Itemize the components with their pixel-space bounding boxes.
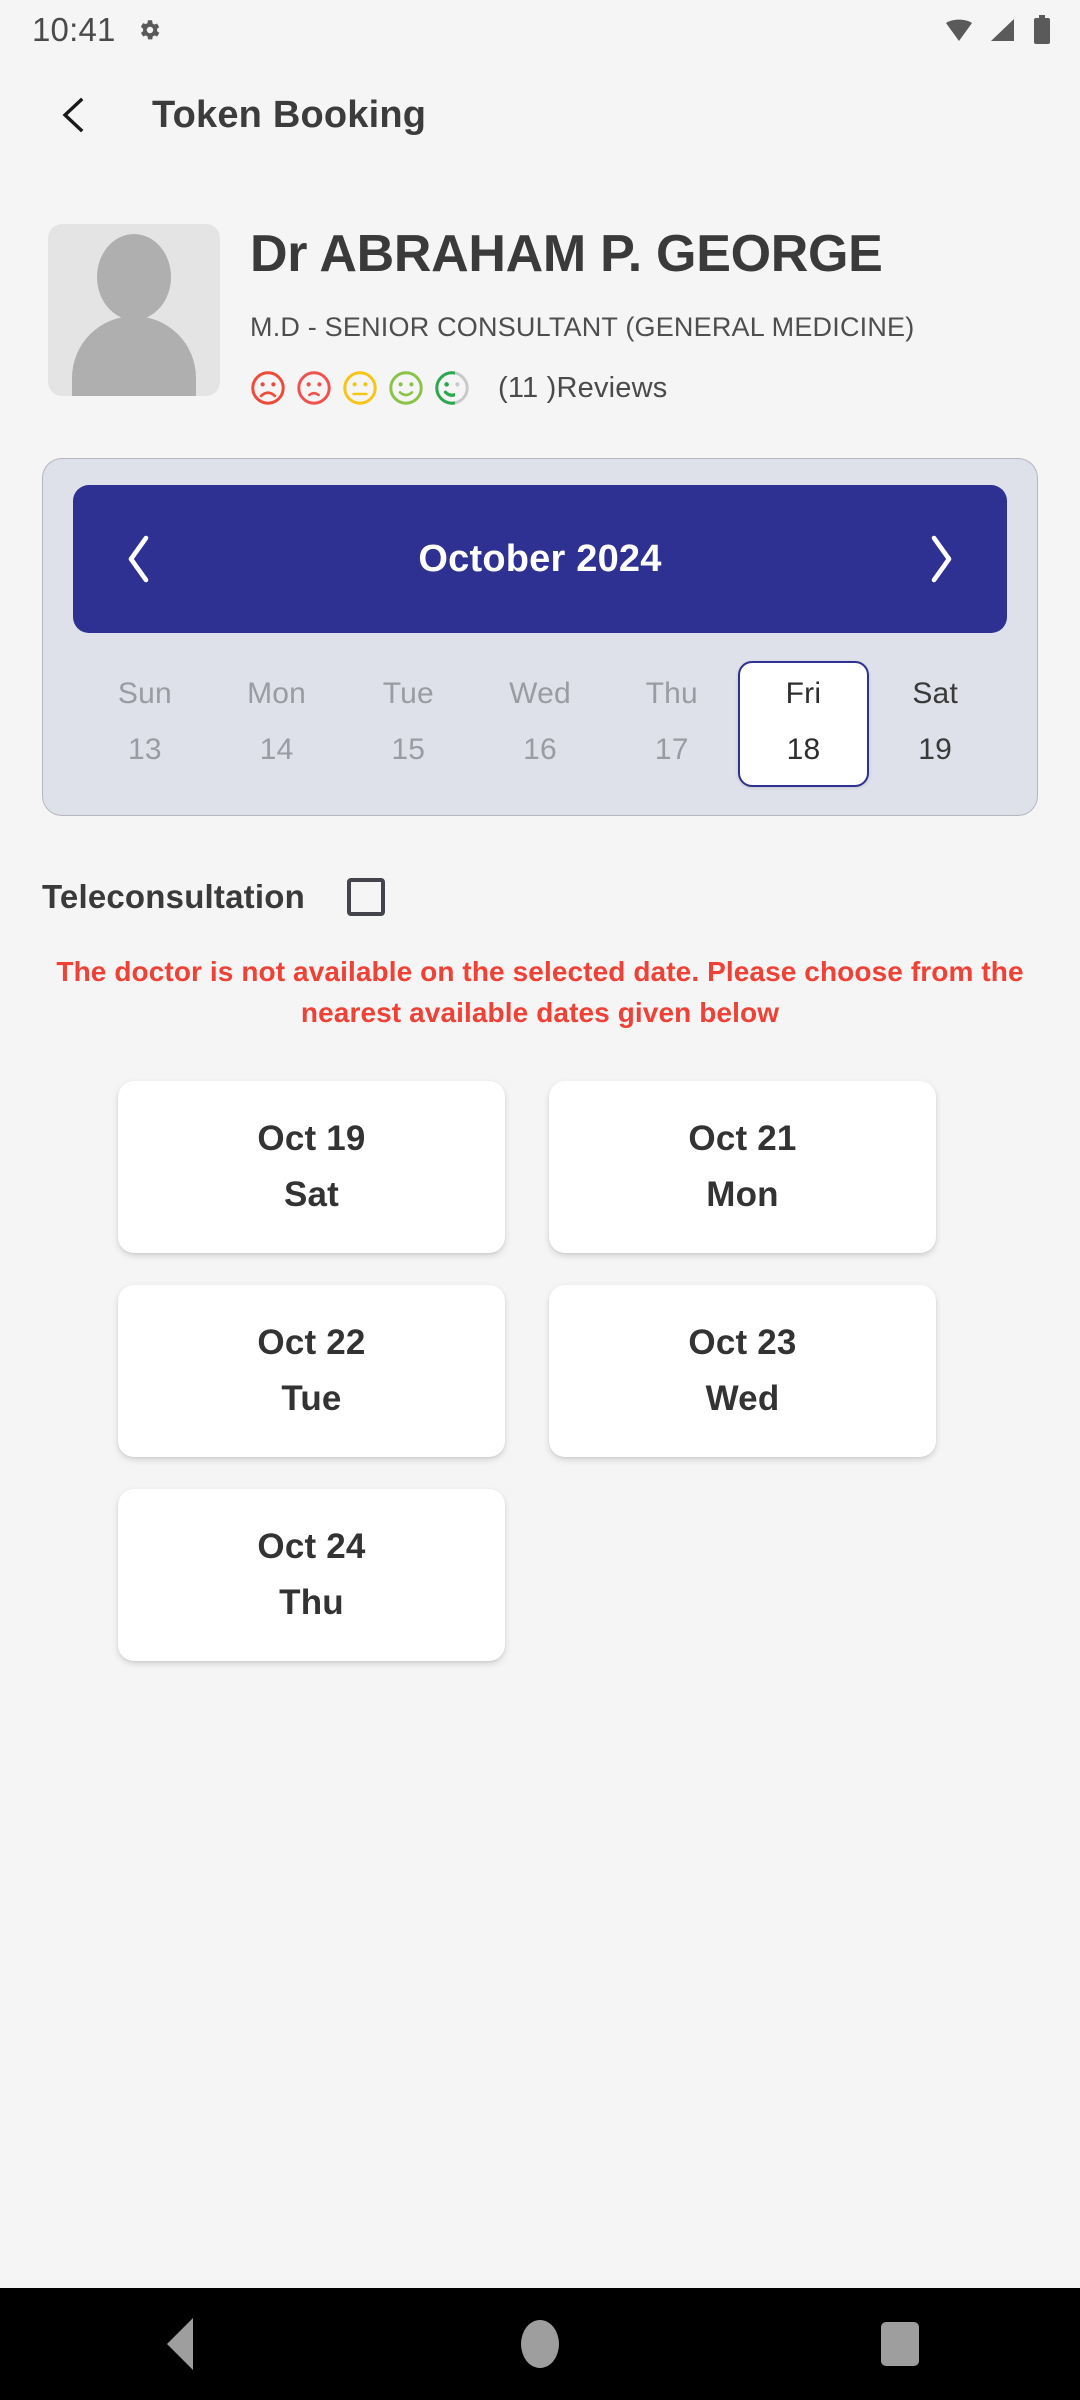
availability-warning-text: The doctor is not available on the selec… — [56, 956, 1024, 1028]
weekday-label: Mon — [706, 1175, 779, 1215]
calendar-day-strip: Sun 13 Mon 14 Tue 15 Wed 16 Thu 17 Fri 1… — [73, 661, 1007, 787]
day-number: 16 — [523, 733, 557, 766]
weekday-label: Wed — [705, 1379, 780, 1419]
doctor-profile: Dr ABRAHAM P. GEORGE M.D - SENIOR CONSUL… — [0, 170, 1080, 406]
available-dates-grid: Oct 19 Sat Oct 21 Mon Oct 22 Tue Oct 23 … — [118, 1081, 968, 1662]
face-neutral-icon[interactable] — [342, 370, 378, 406]
day-name: Mon — [247, 677, 307, 710]
teleconsultation-checkbox[interactable] — [346, 878, 385, 916]
avatar-body — [72, 316, 196, 396]
status-bar-clock: 10:41 — [32, 11, 116, 48]
nav-recents-button[interactable] — [840, 2288, 960, 2400]
battery-icon — [1032, 15, 1052, 45]
calendar-day-mon[interactable]: Mon 14 — [211, 661, 343, 787]
calendar-panel: October 2024 Sun 13 Mon 14 Tue 15 Wed 16… — [42, 458, 1038, 816]
available-date-card[interactable]: Oct 19 Sat — [118, 1081, 505, 1254]
calendar-next-month-button[interactable] — [921, 531, 961, 587]
person-placeholder-icon — [48, 224, 220, 396]
calendar-day-fri-selected[interactable]: Fri 18 — [737, 661, 870, 787]
day-number: 18 — [786, 733, 821, 766]
day-number: 17 — [654, 733, 689, 766]
day-number: 14 — [259, 733, 294, 766]
chevron-left-icon — [57, 96, 89, 134]
doctor-details: Dr ABRAHAM P. GEORGE M.D - SENIOR CONSUL… — [250, 218, 1040, 406]
chevron-right-icon — [926, 534, 956, 584]
avatar-head — [97, 234, 171, 321]
android-navigation-bar — [0, 2288, 1080, 2400]
calendar-header: October 2024 — [73, 485, 1007, 633]
day-name: Thu — [645, 677, 698, 710]
status-bar-right — [944, 15, 1052, 45]
face-happy-icon[interactable] — [388, 370, 424, 406]
status-bar-left: 10:41 — [32, 11, 162, 49]
calendar-prev-month-button[interactable] — [119, 531, 159, 587]
face-sad-icon[interactable] — [296, 370, 332, 406]
back-triangle-icon — [167, 2318, 193, 2370]
doctor-name: Dr ABRAHAM P. GEORGE — [250, 225, 883, 283]
day-name: Sat — [912, 677, 958, 710]
weekday-label: Sat — [283, 1175, 340, 1215]
calendar-day-sat[interactable]: Sat 19 — [869, 661, 1001, 787]
face-very-sad-icon[interactable] — [250, 370, 286, 406]
date-label: Oct 21 — [688, 1119, 797, 1159]
rating-row[interactable]: (11 )Reviews — [250, 370, 1040, 406]
page-title: Token Booking — [152, 93, 427, 136]
recents-square-icon — [881, 2322, 919, 2366]
day-number: 15 — [391, 733, 426, 766]
face-very-happy-icon[interactable] — [434, 370, 470, 406]
day-number: 13 — [127, 733, 162, 766]
weekday-label: Tue — [281, 1379, 342, 1419]
date-label: Oct 24 — [257, 1527, 366, 1567]
day-name: Fri — [785, 677, 822, 710]
teleconsultation-row: Teleconsultation — [42, 878, 1080, 916]
calendar-day-thu[interactable]: Thu 17 — [606, 661, 738, 787]
reviews-count-label: (11 )Reviews — [498, 371, 668, 404]
weekday-label: Thu — [279, 1583, 344, 1623]
calendar-day-wed[interactable]: Wed 16 — [474, 661, 606, 787]
calendar-day-sun[interactable]: Sun 13 — [79, 661, 211, 787]
day-name: Sun — [117, 677, 172, 710]
status-bar: 10:41 — [0, 0, 1080, 60]
available-date-card[interactable]: Oct 22 Tue — [118, 1285, 505, 1458]
cellular-signal-icon — [988, 16, 1018, 44]
gear-icon — [136, 17, 162, 43]
day-name: Tue — [382, 677, 434, 710]
day-number: 19 — [918, 733, 953, 766]
date-label: Oct 19 — [257, 1119, 366, 1159]
back-button[interactable] — [50, 92, 96, 138]
teleconsultation-label: Teleconsultation — [42, 878, 305, 915]
date-label: Oct 23 — [688, 1323, 797, 1363]
chevron-left-icon — [124, 534, 154, 584]
date-label: Oct 22 — [257, 1323, 366, 1363]
available-date-card[interactable]: Oct 21 Mon — [549, 1081, 936, 1254]
app-bar: Token Booking — [0, 60, 1080, 170]
available-date-card[interactable]: Oct 23 Wed — [549, 1285, 936, 1458]
calendar-day-tue[interactable]: Tue 15 — [342, 661, 474, 787]
nav-home-button[interactable] — [480, 2288, 600, 2400]
home-circle-icon — [521, 2320, 559, 2368]
calendar-month-label: October 2024 — [418, 537, 662, 580]
doctor-specialty: M.D - SENIOR CONSULTANT (GENERAL MEDICIN… — [250, 311, 915, 342]
wifi-icon — [944, 16, 974, 44]
nav-back-button[interactable] — [120, 2288, 240, 2400]
available-date-card[interactable]: Oct 24 Thu — [118, 1489, 505, 1662]
day-name: Wed — [509, 677, 571, 710]
